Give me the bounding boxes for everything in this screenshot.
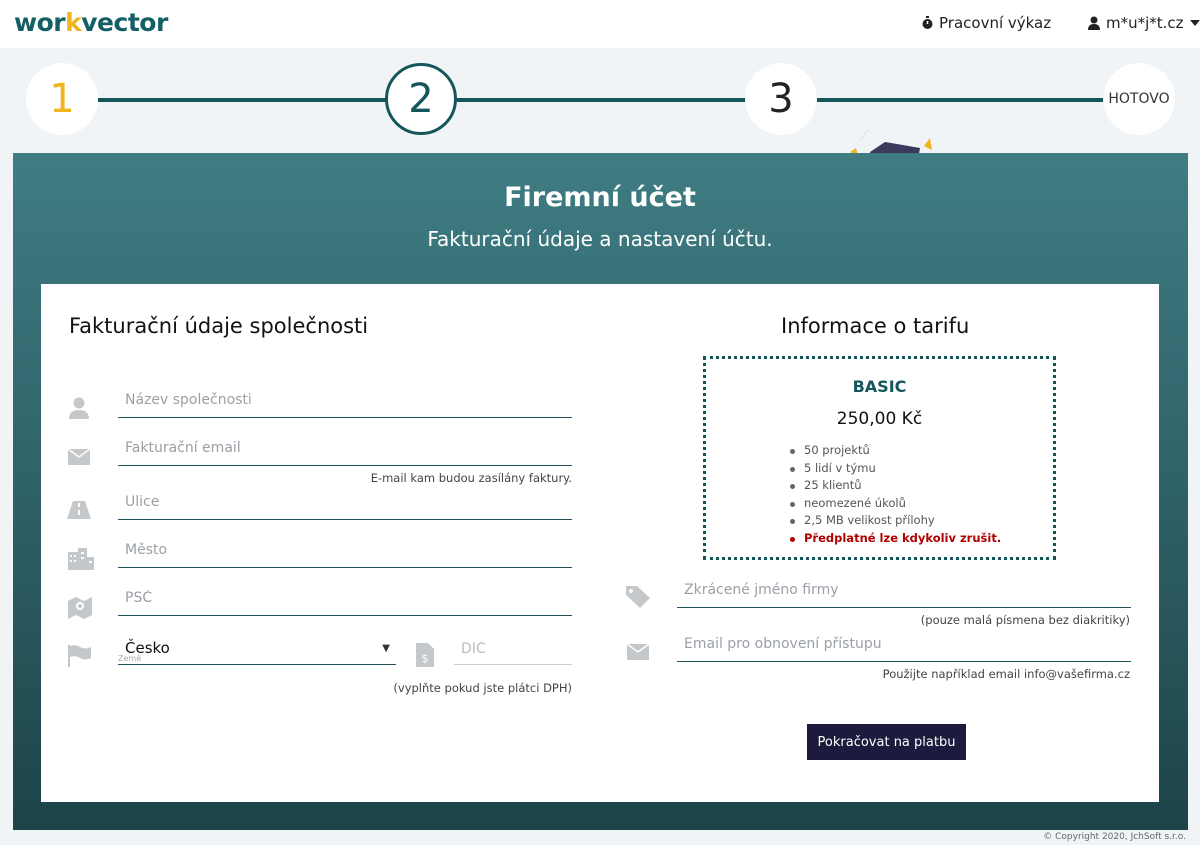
tariff-features: 50 projektů 5 lidí v týmu 25 klientů neo… [790, 442, 1001, 547]
step-3: 3 [745, 63, 817, 135]
step-1: 1 [26, 63, 98, 135]
tariff-box: BASIC 250,00 Kč 50 projektů 5 lidí v tým… [703, 356, 1056, 560]
logo-text-prefix: wor [14, 8, 66, 37]
shortname-input[interactable] [677, 572, 1131, 607]
dic-field[interactable] [454, 634, 572, 665]
caret-down-icon: ▼ [382, 643, 390, 654]
recovery-email-hint: Použijte například email info@vašefirma.… [882, 667, 1130, 681]
country-label: Země [118, 654, 142, 663]
continue-to-payment-button[interactable]: Pokračovat na platbu [807, 724, 966, 760]
worklog-label: Pracovní výkaz [939, 14, 1052, 32]
tariff-section-title: Informace o tarifu [781, 314, 970, 338]
company-name-input[interactable] [118, 382, 572, 417]
step-connector [96, 98, 386, 102]
panel-subtitle: Fakturační údaje a nastavení účtu. [427, 227, 773, 251]
zip-field[interactable] [118, 580, 572, 616]
user-icon [66, 395, 92, 421]
logo-text-accent: k [65, 8, 82, 37]
tariff-name: BASIC [852, 377, 907, 396]
step-connector [816, 98, 1106, 102]
zip-input[interactable] [118, 580, 572, 615]
dic-hint: (vyplňte pokud jste plátci DPH) [393, 681, 572, 695]
user-label: m*u*j*t.cz [1106, 14, 1184, 32]
billing-email-field[interactable] [118, 430, 572, 466]
step-connector [457, 98, 747, 102]
street-input[interactable] [118, 484, 572, 519]
envelope-icon [66, 444, 92, 470]
tariff-price: 250,00 Kč [836, 409, 923, 429]
user-icon [1088, 16, 1100, 30]
worklog-link[interactable]: Pracovní výkaz [922, 14, 1051, 32]
road-icon [66, 497, 92, 523]
tariff-feature: 2,5 MB velikost přílohy [790, 512, 1001, 530]
tariff-feature: 25 klientů [790, 477, 1001, 495]
envelope-icon [625, 639, 651, 665]
company-name-field[interactable] [118, 382, 572, 418]
country-select[interactable]: Česko ▼ Země [118, 634, 396, 665]
map-icon [67, 595, 93, 621]
street-field[interactable] [118, 484, 572, 520]
flag-icon [67, 643, 93, 669]
shortname-hint: (pouze malá písmena bez diakritiky) [920, 613, 1130, 627]
step-done: HOTOVO [1103, 63, 1175, 135]
step-2-current: 2 [385, 63, 457, 135]
shortname-field[interactable] [677, 572, 1131, 608]
svg-text:$: $ [422, 652, 429, 665]
workvector-logo[interactable]: workvector [14, 8, 168, 37]
logo-text-suffix: vector [81, 8, 168, 37]
copyright: © Copyright 2020, JchSoft s.r.o. [1043, 832, 1186, 842]
billing-email-input[interactable] [118, 430, 572, 465]
stopwatch-icon [922, 16, 933, 30]
city-icon [68, 546, 94, 572]
city-field[interactable] [118, 532, 572, 568]
user-menu[interactable]: m*u*j*t.cz [1088, 14, 1200, 32]
billing-email-hint: E-mail kam budou zasílány faktury. [370, 471, 572, 485]
tariff-feature: 50 projektů [790, 442, 1001, 460]
dic-input[interactable] [454, 634, 572, 664]
tag-icon [625, 584, 651, 610]
panel-title: Firemní účet [504, 182, 696, 213]
tariff-feature: 5 lidí v týmu [790, 460, 1001, 478]
city-input[interactable] [118, 532, 572, 567]
recovery-email-input[interactable] [677, 626, 1131, 661]
billing-section-title: Fakturační údaje společnosti [69, 314, 369, 338]
recovery-email-field[interactable] [677, 626, 1131, 662]
tariff-cancel-note: Předplatné lze kdykoliv zrušit. [790, 530, 1001, 548]
invoice-icon: $ [412, 642, 438, 668]
caret-down-icon [1189, 20, 1200, 26]
top-header: workvector Pracovní výkaz m*u*j*t.cz [0, 0, 1200, 48]
tariff-feature: neomezené úkolů [790, 495, 1001, 513]
